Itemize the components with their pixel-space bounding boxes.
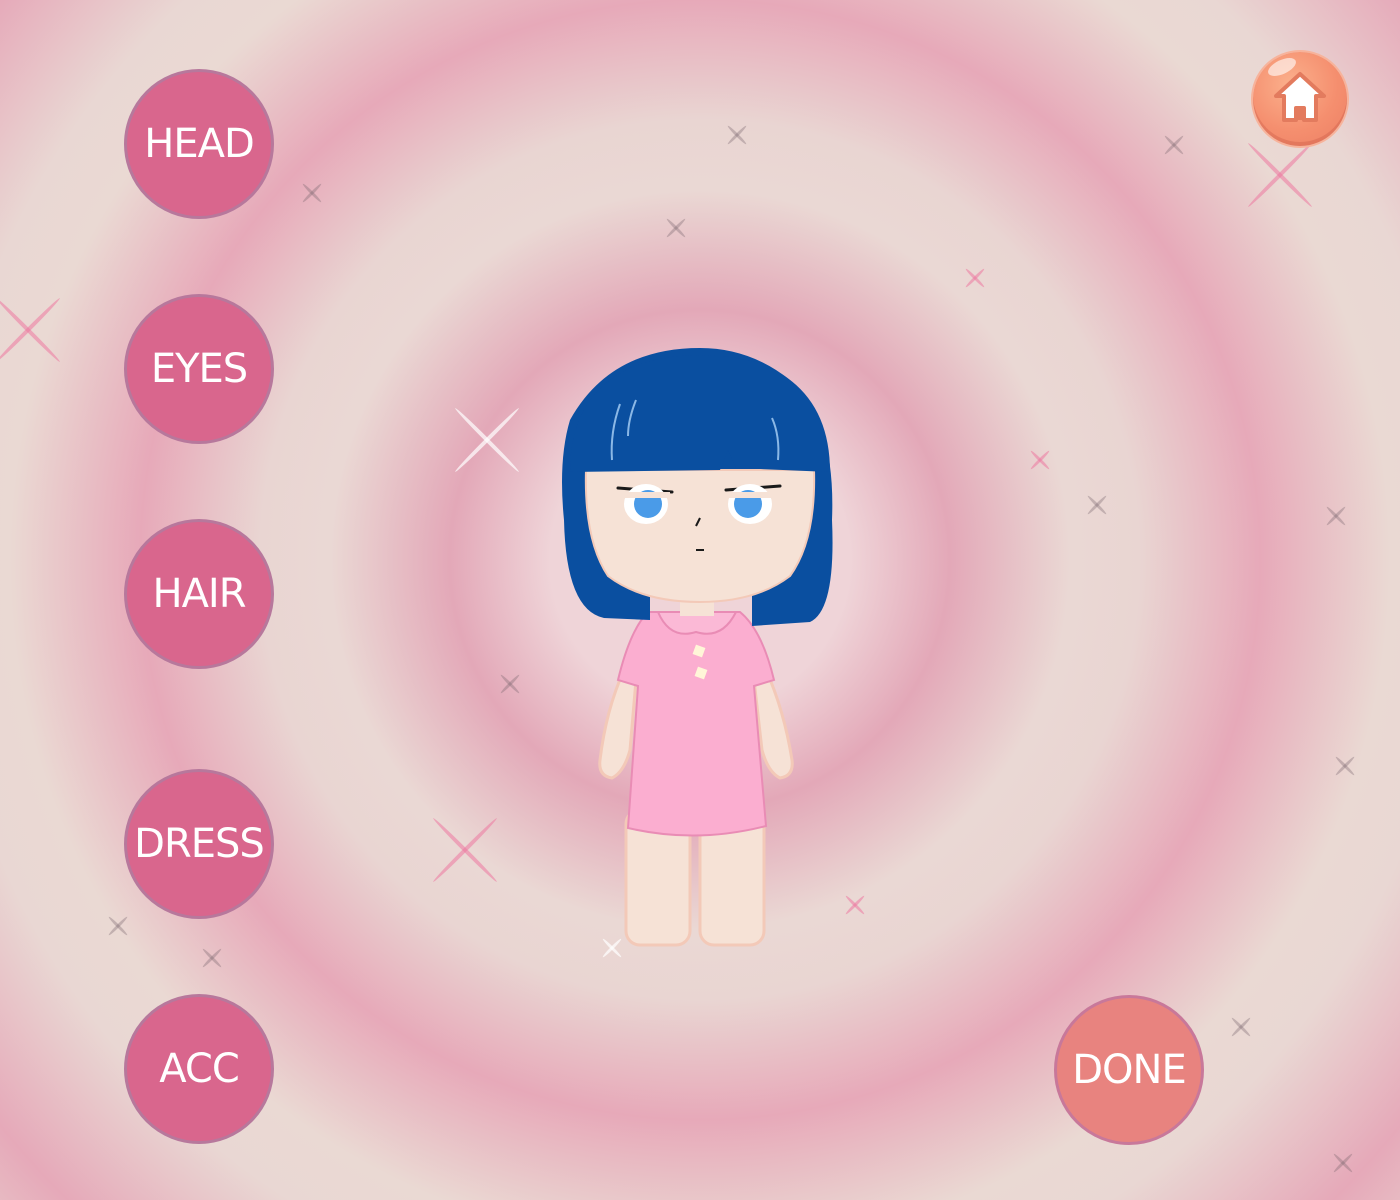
- done-button-label: DONE: [1072, 1047, 1186, 1093]
- character-doll: [562, 348, 833, 947]
- dress-button-label: DRESS: [134, 821, 265, 867]
- hair-button[interactable]: HAIR: [124, 519, 274, 669]
- hair-button-label: HAIR: [152, 571, 246, 617]
- eyes-button[interactable]: EYES: [124, 294, 274, 444]
- home-button[interactable]: [1253, 52, 1347, 146]
- eyes-button-label: EYES: [150, 346, 248, 392]
- dress-button[interactable]: DRESS: [124, 769, 274, 919]
- hair-bangs: [570, 355, 830, 472]
- game-background: HEAD EYES HAIR DRESS ACC DONE: [0, 0, 1400, 1200]
- left-eyelid: [622, 492, 670, 498]
- face: [584, 469, 816, 604]
- right-eyelid: [726, 492, 774, 498]
- acc-button-label: ACC: [159, 1046, 240, 1092]
- left-arm: [598, 667, 638, 780]
- acc-button[interactable]: ACC: [124, 994, 274, 1144]
- home-icon: [1274, 72, 1326, 122]
- head-button-label: HEAD: [144, 121, 255, 167]
- head-button[interactable]: HEAD: [124, 69, 274, 219]
- done-button[interactable]: DONE: [1054, 995, 1204, 1145]
